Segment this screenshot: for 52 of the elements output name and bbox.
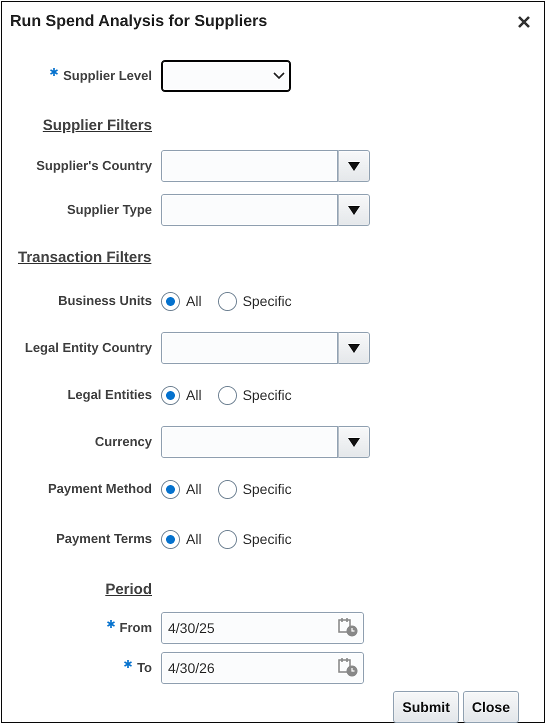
caret-icon [348,438,360,446]
caret-icon [348,206,360,214]
field-label: Supplier Type [67,202,152,218]
option-label[interactable]: All [186,384,202,406]
close-button[interactable]: Close [462,691,519,723]
date-field[interactable]: 4/30/25 [161,612,364,644]
option-label[interactable]: Specific [242,290,292,312]
radio-button[interactable] [218,386,237,404]
caret-icon [348,162,360,170]
radio-button[interactable] [161,386,180,404]
calendar-icon[interactable] [338,657,358,677]
section-heading: Transaction Filters [18,248,152,266]
input-field[interactable] [161,150,338,182]
field-label: Payment Terms [56,531,152,546]
field-label: Supplier Level [63,68,152,84]
dropdown-button[interactable] [338,332,370,364]
input-field[interactable] [161,332,338,364]
field-label: Supplier's Country [36,158,152,174]
calendar-icon[interactable] [338,617,358,637]
radio-button[interactable] [218,480,237,498]
window-title: Run Spend Analysis for Suppliers [10,12,268,32]
radio-button[interactable] [161,530,180,548]
field-label: From [120,620,152,636]
input-field[interactable] [161,194,338,226]
field-label: Payment Method [48,481,152,496]
input-field[interactable] [161,426,338,458]
dropdown-button[interactable] [338,150,370,182]
option-label[interactable]: Specific [242,478,292,500]
field-label: Business Units [58,293,152,308]
field-label: Currency [94,434,152,450]
radio-button[interactable] [218,530,237,548]
section-heading: Supplier Filters [42,116,152,134]
date-field[interactable]: 4/30/26 [161,652,364,684]
submit-button[interactable]: Submit [393,691,459,723]
radio-button[interactable] [218,292,237,310]
option-label[interactable]: All [186,290,202,312]
option-label[interactable]: All [186,478,202,500]
dropdown-button[interactable] [338,194,370,226]
field-label: Legal Entity Country [24,340,152,356]
field-label: To [137,660,152,676]
radio-button[interactable] [161,292,180,310]
dropdown-button[interactable] [338,426,370,458]
caret-icon [348,344,360,352]
option-label[interactable]: Specific [242,528,292,550]
option-label[interactable]: Specific [242,384,292,406]
section-heading: Period [105,580,152,598]
close-icon[interactable] [516,14,532,30]
dropdown-field[interactable] [161,60,291,92]
radio-button[interactable] [161,480,180,498]
chevron-icon [273,72,285,80]
option-label[interactable]: All [186,528,202,550]
field-label: Legal Entities [67,387,152,402]
